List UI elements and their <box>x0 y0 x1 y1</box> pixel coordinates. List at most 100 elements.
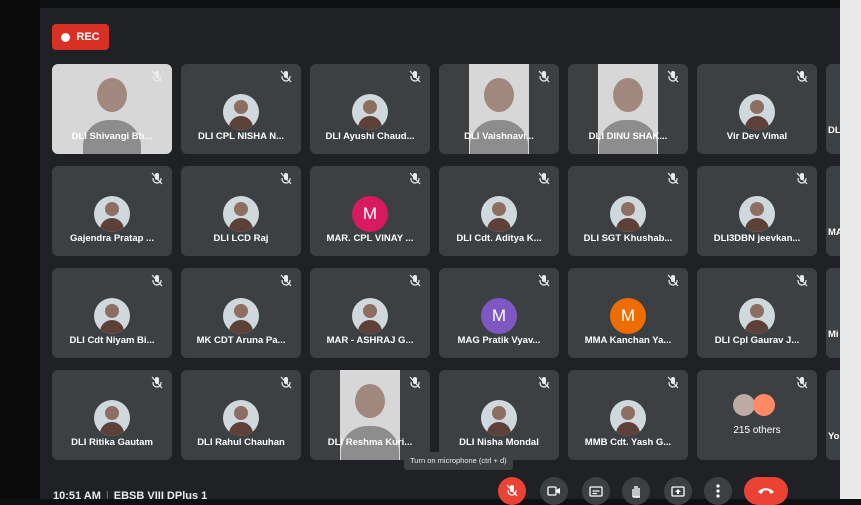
avatar <box>94 196 130 232</box>
avatar: M <box>481 298 517 334</box>
mic-off-icon <box>506 484 518 497</box>
avatar <box>352 298 388 334</box>
participant-tile[interactable]: DLI3DBN jeevkan... <box>697 166 817 256</box>
participant-tile[interactable]: DLI SGT Khushab... <box>568 166 688 256</box>
mic-toggle-button[interactable] <box>498 477 526 505</box>
participant-tile[interactable]: MAR - ASHRAJ G... <box>310 268 430 358</box>
participant-tile[interactable]: M MMA Kanchan Ya... <box>568 268 688 358</box>
participant-tile[interactable]: DLI DINU SHAK... <box>568 64 688 154</box>
participant-tile[interactable]: Mi <box>826 268 840 358</box>
participant-tile[interactable]: MK CDT Aruna Pa... <box>181 268 301 358</box>
participant-name: DLI Rahul Chauhan <box>197 437 285 448</box>
avatar <box>223 94 259 130</box>
participant-name: DLI Cpl Gaurav J... <box>714 335 800 346</box>
participant-name: Yo <box>828 431 840 442</box>
avatar <box>610 400 646 436</box>
mic-off-icon <box>537 274 551 288</box>
participant-tile[interactable]: Vir Dev Vimal <box>697 64 817 154</box>
recording-badge: REC <box>52 24 109 50</box>
meeting-info: 10:51 AM | EBSB VIII DPlus 1 <box>53 490 207 499</box>
mic-off-icon <box>666 376 680 390</box>
participant-name: MMA Kanchan Ya... <box>584 335 672 346</box>
participant-name: DLI Cdt Niyam Bi... <box>69 335 155 346</box>
participant-name: DLI Reshma Kuri... <box>327 437 413 448</box>
participant-name: MK CDT Aruna Pa... <box>196 335 286 346</box>
participant-tile[interactable]: DLI Reshma Kuri... <box>310 370 430 460</box>
end-call-button[interactable] <box>744 477 788 505</box>
mic-off-icon <box>795 376 809 390</box>
camera-icon <box>547 486 560 496</box>
mic-off-icon <box>408 274 422 288</box>
participant-name: DLI Shivangi Bh... <box>71 131 153 142</box>
participant-tile[interactable]: M MAR. CPL VINAY ... <box>310 166 430 256</box>
participant-tile[interactable]: DLI Cpl Gaurav J... <box>697 268 817 358</box>
participant-tile[interactable]: M MAG Pratik Vyav... <box>439 268 559 358</box>
participant-tile[interactable]: DLI Nisha Mondal <box>439 370 559 460</box>
mic-off-icon <box>666 274 680 288</box>
mic-off-icon <box>795 70 809 84</box>
participant-tile[interactable]: DLI Ritika Gautam <box>52 370 172 460</box>
participant-name: Gajendra Pratap ... <box>70 233 154 244</box>
participant-tile[interactable]: Gajendra Pratap ... <box>52 166 172 256</box>
participant-tile[interactable]: MMB Cdt. Yash G... <box>568 370 688 460</box>
clock-time: 10:51 AM <box>53 490 101 499</box>
mic-off-icon <box>150 376 164 390</box>
raise-hand-button[interactable] <box>622 477 650 505</box>
captions-icon <box>589 485 603 497</box>
participant-name: DLI Ritika Gautam <box>71 437 153 448</box>
right-edge <box>840 0 861 499</box>
mic-off-icon <box>408 376 422 390</box>
participant-name: DLI SGT Khushab... <box>583 233 673 244</box>
participant-name: DLI LCD Raj <box>213 233 269 244</box>
participant-name: DLI Vaishnavi... <box>464 131 534 142</box>
meet-window: REC DLI Shivangi Bh... DLI CPL NISHA N...… <box>40 8 840 499</box>
mic-off-icon <box>795 274 809 288</box>
mic-off-icon <box>537 70 551 84</box>
avatar <box>481 400 517 436</box>
avatar <box>481 196 517 232</box>
mic-off-icon <box>537 376 551 390</box>
more-options-button[interactable] <box>704 477 732 505</box>
participant-name: DLI Cdt. Aditya K... <box>456 233 542 244</box>
mic-off-icon <box>279 172 293 186</box>
participant-name: DLI3DBN jeevkan... <box>713 233 801 244</box>
captions-button[interactable] <box>582 477 610 505</box>
avatar <box>223 400 259 436</box>
avatar <box>739 298 775 334</box>
raise-hand-icon <box>632 486 640 498</box>
avatar <box>223 196 259 232</box>
participant-name: MAR. CPL VINAY ... <box>326 233 414 244</box>
participant-tile[interactable]: MA <box>826 166 840 256</box>
participant-tile[interactable]: DLI Rahul Chauhan <box>181 370 301 460</box>
participant-name: DL <box>828 125 840 136</box>
participant-tile[interactable]: Yo <box>826 370 840 460</box>
recording-label: REC <box>76 31 100 43</box>
avatar: M <box>352 196 388 232</box>
left-edge <box>0 0 40 499</box>
participant-tile[interactable]: DLI Cdt. Aditya K... <box>439 166 559 256</box>
participant-name: MAR - ASHRAJ G... <box>326 335 414 346</box>
present-screen-button[interactable] <box>664 477 692 505</box>
mic-off-icon <box>279 274 293 288</box>
participant-tile[interactable]: DLI LCD Raj <box>181 166 301 256</box>
present-icon <box>671 485 685 497</box>
participant-tile[interactable]: DLI Cdt Niyam Bi... <box>52 268 172 358</box>
participant-tile[interactable]: DL <box>826 64 840 154</box>
others-avatars <box>733 394 781 416</box>
camera-toggle-button[interactable] <box>540 477 568 505</box>
mic-off-icon <box>666 70 680 84</box>
participant-tile[interactable]: DLI Shivangi Bh... <box>52 64 172 154</box>
participant-name: DLI Nisha Mondal <box>459 437 539 448</box>
mic-off-icon <box>666 172 680 186</box>
separator: | <box>105 490 109 499</box>
participant-tile[interactable]: 215 others <box>697 370 817 460</box>
avatar <box>739 196 775 232</box>
participant-tile[interactable]: DLI Vaishnavi... <box>439 64 559 154</box>
mic-off-icon <box>408 172 422 186</box>
participant-tile[interactable]: DLI CPL NISHA N... <box>181 64 301 154</box>
participant-tile[interactable]: DLI Ayushi Chaud... <box>310 64 430 154</box>
more-options-icon <box>716 484 720 498</box>
avatar <box>352 94 388 130</box>
avatar <box>739 94 775 130</box>
mic-off-icon <box>150 274 164 288</box>
